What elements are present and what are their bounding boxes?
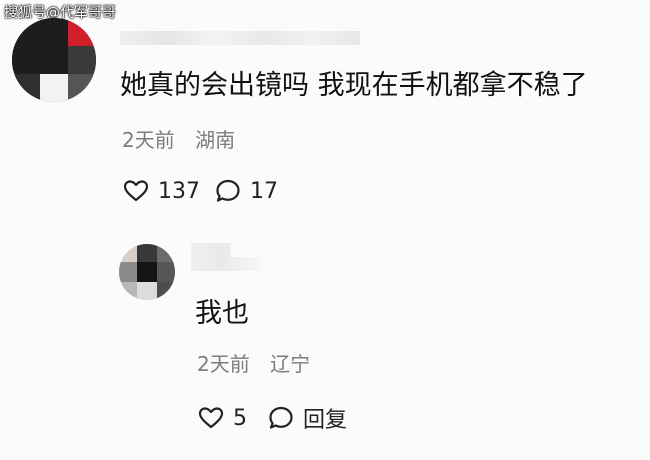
avatar-pixel	[157, 282, 175, 300]
avatar-pixel	[12, 18, 68, 74]
reply-text: 我也	[195, 298, 249, 329]
avatar-pixel	[137, 282, 157, 300]
avatar-pixel	[40, 74, 68, 102]
reply-count: 17	[250, 178, 278, 204]
avatar-pixel	[119, 282, 137, 300]
heart-icon	[197, 406, 225, 430]
avatar-pixel	[137, 262, 157, 282]
like-count: 137	[158, 178, 200, 204]
reply-label: 回复	[303, 408, 348, 433]
reply-time: 2天前	[197, 352, 250, 376]
reply-location: 辽宁	[270, 352, 311, 376]
avatar-pixel	[119, 244, 137, 262]
avatar[interactable]	[12, 18, 96, 102]
avatar-pixel	[157, 262, 175, 282]
avatar-pixel	[12, 74, 40, 102]
comment-location: 湖南	[195, 128, 236, 152]
comment-bubble-icon	[214, 178, 242, 204]
comment-actions: 137 17	[122, 175, 278, 207]
heart-icon	[122, 179, 150, 203]
comment-time: 2天前	[122, 128, 175, 152]
avatar-pixel	[157, 244, 175, 262]
comment-bubble-icon	[267, 405, 295, 431]
comment-meta: 2天前 湖南	[122, 127, 235, 153]
like-count: 5	[233, 405, 247, 431]
avatar-pixel	[68, 74, 96, 102]
avatar-pixel	[119, 262, 137, 282]
like-button[interactable]: 137	[122, 179, 200, 204]
reply-count-button[interactable]: 17	[214, 178, 278, 204]
avatar-pixel	[68, 46, 96, 74]
reply-meta: 2天前 辽宁	[197, 351, 310, 377]
reply-button[interactable]: 回复	[267, 402, 347, 434]
username-redacted[interactable]	[191, 243, 263, 271]
reply-actions: 5 回复	[197, 402, 347, 434]
avatar-pixel	[137, 244, 157, 262]
avatar[interactable]	[119, 244, 175, 300]
username-redacted[interactable]	[120, 31, 360, 45]
avatar-pixel	[68, 18, 96, 46]
comment-text: 她真的会出镜吗 我现在手机都拿不稳了	[120, 70, 588, 101]
like-button[interactable]: 5	[197, 406, 247, 431]
